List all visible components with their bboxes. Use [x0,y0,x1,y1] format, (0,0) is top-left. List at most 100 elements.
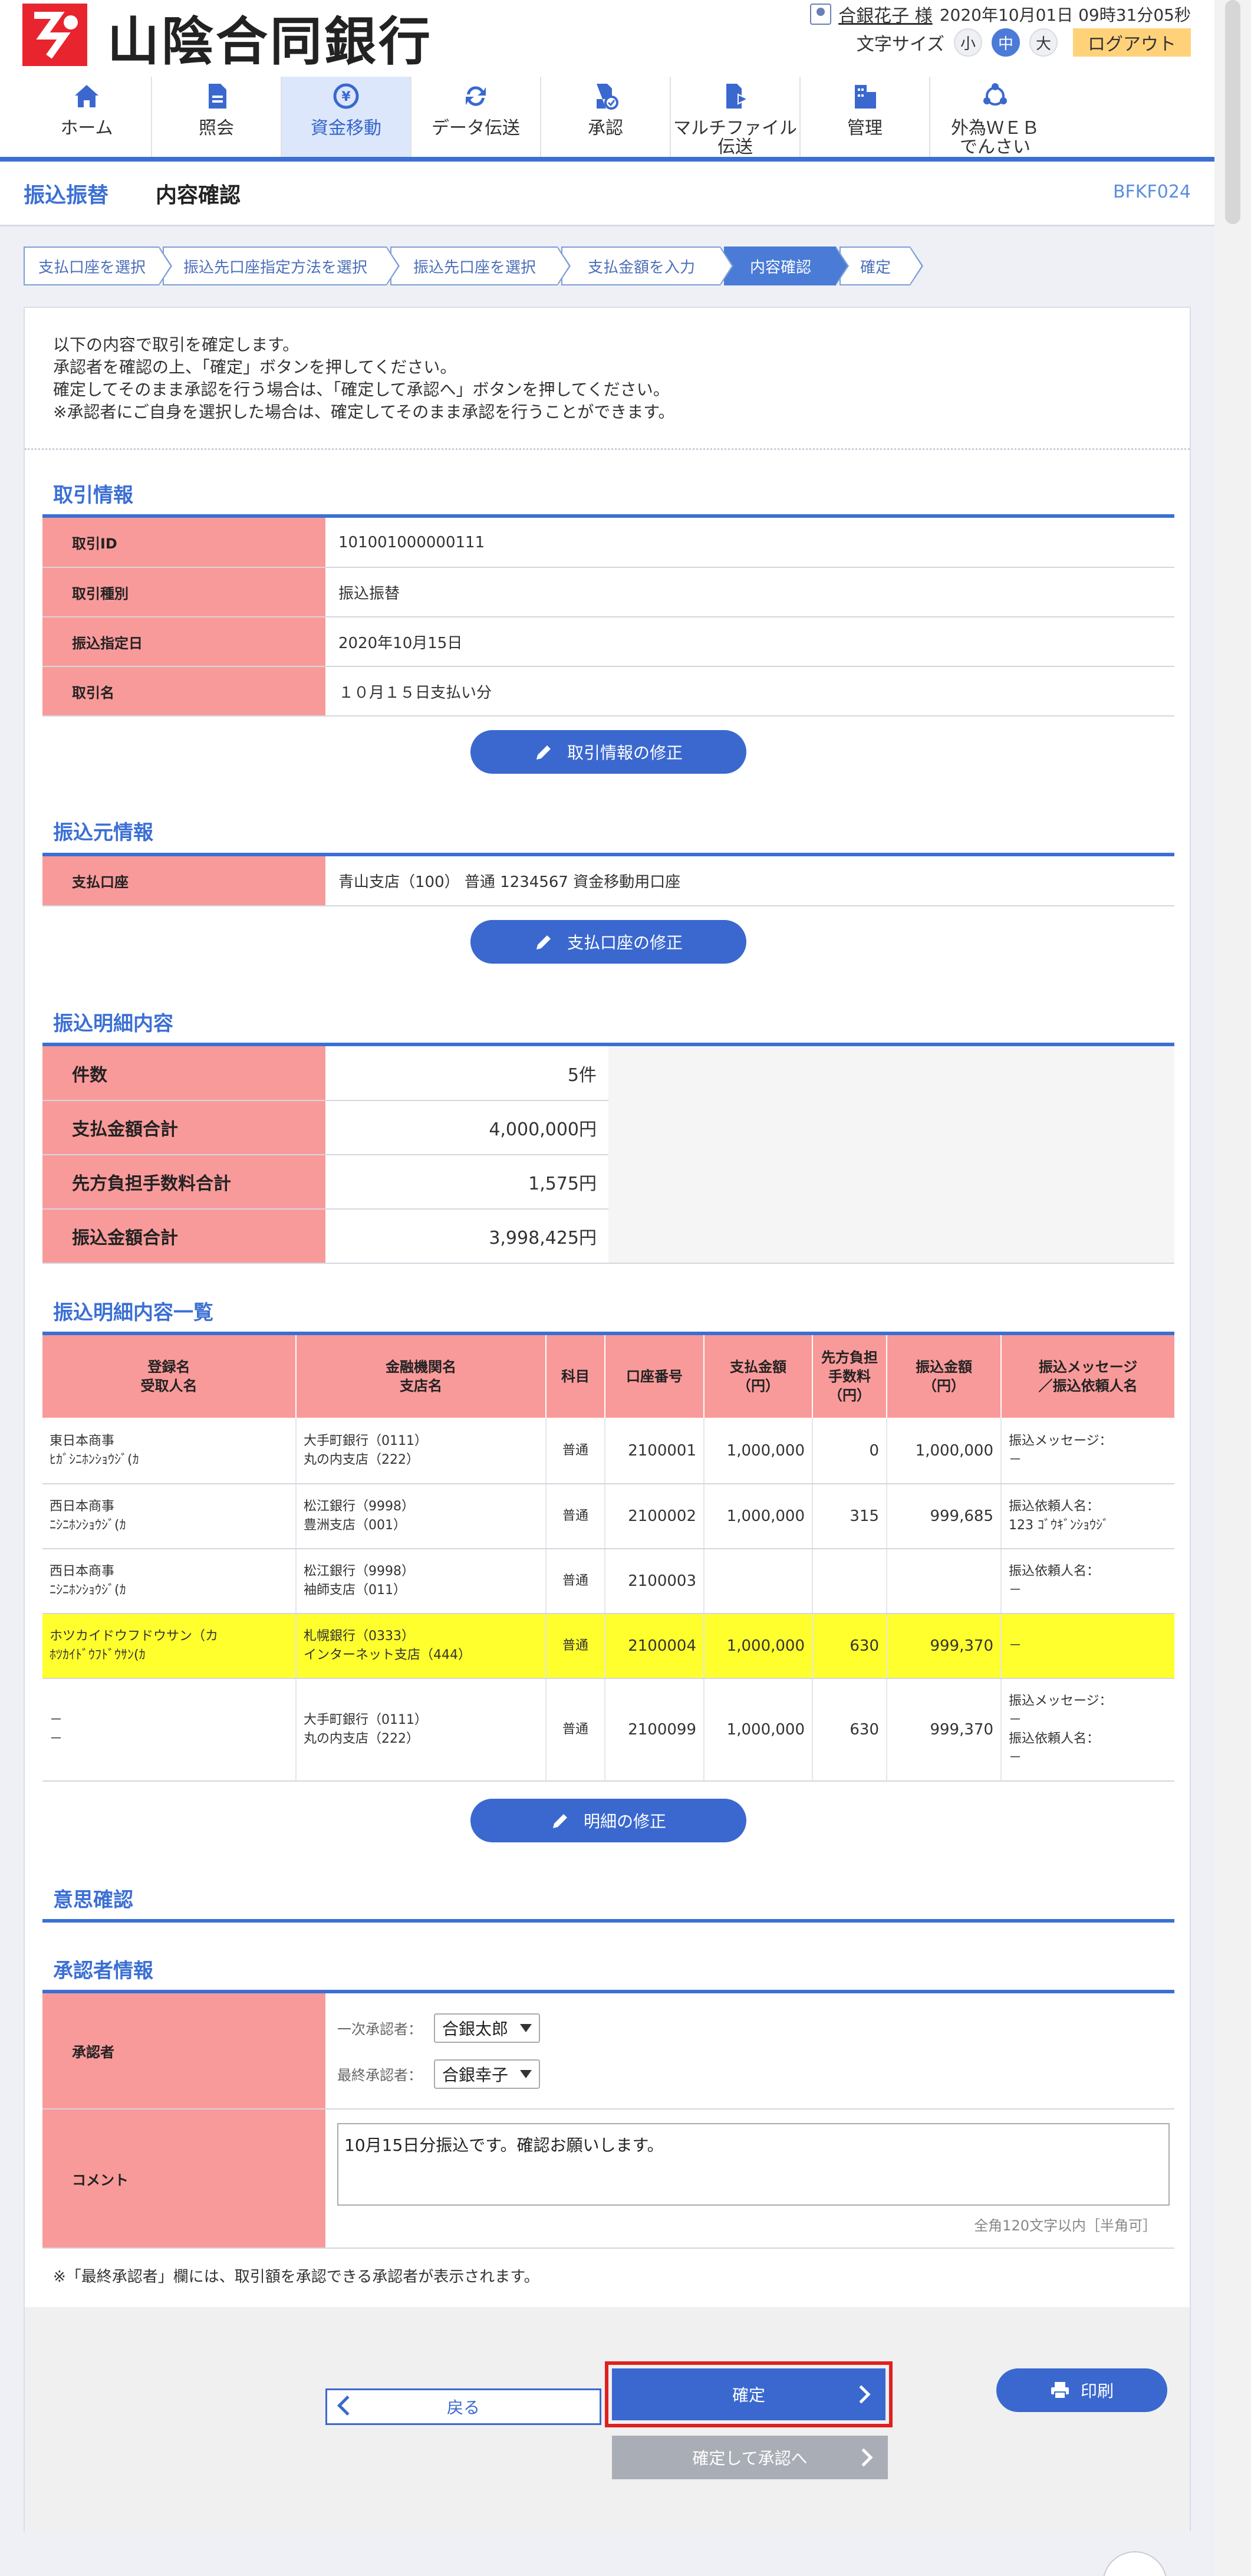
table-header-row: 登録名 受取人名 金融機関名 支店名 科目 口座番号 支払金額 （円） 先方負担… [42,1335,1174,1418]
fee: 0 [812,1418,887,1484]
approver-cell: 一次承認者： 合銀太郎 最終承認者： 合銀幸子 [325,1993,1174,2110]
header: 山陰合同銀行 合銀花子 様 2020年10月01日 09時31分05秒 文字サイ… [0,0,1214,162]
nav-data-transfer-label: データ伝送 [432,118,520,139]
font-size-switcher: 文字サイズ 小 中 大 ログアウト [857,28,1191,57]
payee-name: 西日本商事 ﾆｼﾆﾎﾝｼｮｳｼﾞ(ｶ [42,1549,297,1614]
button-label: 明細の修正 [583,1812,666,1831]
nav-data-transfer[interactable]: データ伝送 [411,77,541,157]
action-area: 戻る 確定 確定して承認へ 印刷 [25,2307,1190,2531]
row-value: 5件 [325,1046,608,1101]
row-label: 取引種別 [42,567,325,617]
button-label: 印刷 [1080,2381,1114,2401]
step-2: 振込先口座指定方法を選択 [163,247,400,285]
home-icon [75,85,98,107]
user-icon [810,4,832,25]
row-label: 取引名 [42,666,325,717]
final-approver-select[interactable]: 合銀幸子 [434,2059,540,2089]
edit-trade-info-button[interactable]: 取引情報の修正 [470,730,746,774]
font-size-medium-button[interactable]: 中 [992,28,1020,57]
nav-home[interactable]: ホーム [22,77,152,157]
bank-name: 山陰合同銀行 [107,11,433,72]
pencil-icon [536,935,551,949]
step-5-current: 内容確認 [724,247,849,285]
payment-amount: 1,000,000 [704,1418,813,1484]
table-row: 振込金額合計 3,998,425円 [42,1209,1174,1264]
bank-branch: 松江銀行（9998） 豊洲支店（001） [296,1484,547,1549]
font-size-small-button[interactable]: 小 [954,28,982,57]
account-number: 2100004 [605,1614,704,1679]
fee: 630 [812,1614,887,1679]
payee-name: ホツカイドウフドウサン（カ ﾎﾂｶｲﾄﾞｳﾌﾄﾞｳｻﾝ(ｶ [42,1614,297,1679]
page-title: 内容確認 [156,183,241,208]
account-type: 普通 [546,1549,605,1614]
row-value: 1,575円 [325,1155,608,1210]
edit-details-button[interactable]: 明細の修正 [470,1799,746,1842]
transfer-amount: 999,370 [887,1614,1002,1679]
back-button[interactable]: 戻る [325,2388,601,2425]
row-value: 振込振替 [325,567,1174,617]
scrollbar-thumb[interactable] [1225,0,1240,224]
nav-home-label: ホーム [60,118,113,139]
table-row: 支払金額合計 4,000,000円 [42,1100,1174,1155]
table-row: コメント 10月15日分振込です。確認お願いします。 全角120文字以内［半角可… [42,2109,1174,2249]
nav-fund-transfer-label: 資金移動 [311,118,381,139]
column-header: 口座番号 [605,1335,704,1418]
table-row: 件数 5件 [42,1046,1174,1101]
nav-forex-web[interactable]: 外為ＷＥＢ でんさい [930,77,1060,157]
transfer-amount: 999,685 [887,1484,1002,1549]
user-info: 合銀花子 様 2020年10月01日 09時31分05秒 [810,1,1191,27]
intent-heading: 意思確認 [53,1888,133,1912]
nav-management[interactable]: 管理 [801,77,930,157]
account-number: 2100001 [605,1418,704,1484]
pencil-icon [552,1814,567,1828]
table-row: 振込指定日 2020年10月15日 [42,617,1174,667]
confirm-button[interactable]: 確定 [612,2368,885,2420]
select-value: 合銀太郎 [442,2019,509,2039]
column-header: 登録名 受取人名 [42,1335,297,1418]
bank-logo-icon[interactable] [22,4,87,66]
select-value: 合銀幸子 [442,2065,509,2085]
intro-text: 以下の内容で取引を確定します。 承認者を確認の上、「確定」ボタンを押してください… [53,334,674,423]
comment-textarea[interactable]: 10月15日分振込です。確認お願いします。 [337,2122,1170,2206]
logout-button[interactable]: ログアウト [1073,28,1191,57]
step-3: 振込先口座を選択 [390,247,571,285]
nav-approval[interactable]: 承認 [541,77,671,157]
edit-payment-account-button[interactable]: 支払口座の修正 [470,920,746,964]
dropdown-arrow-icon [520,2023,532,2032]
nav-fund-transfer[interactable]: ¥ 資金移動 [282,77,411,157]
payment-amount [704,1549,813,1614]
bank-branch: 松江銀行（9998） 袖師支店（011） [296,1549,547,1614]
printer-icon [1051,2382,1069,2399]
page-scrollbar[interactable] [1214,0,1251,2576]
first-approver-select[interactable]: 合銀太郎 [434,2013,540,2043]
payment-amount: 1,000,000 [704,1484,813,1549]
nav-multi-file[interactable]: マルチファイル 伝送 [671,77,801,157]
table-row: 先方負担手数料合計 1,575円 [42,1155,1174,1210]
row-value: 101001000000111 [325,518,1174,568]
font-size-large-button[interactable]: 大 [1029,28,1058,57]
intro-line: 以下の内容で取引を確定します。 [53,335,299,354]
svg-text:¥: ¥ [341,90,351,104]
table-row-highlighted: ホツカイドウフドウサン（カ ﾎﾂｶｲﾄﾞｳﾌﾄﾞｳｻﾝ(ｶ 札幌銀行（0333）… [42,1614,1174,1679]
bank-branch: 札幌銀行（0333） インターネット支店（444） [296,1614,547,1679]
button-label: 確定して承認へ [692,2449,808,2468]
approver-heading: 承認者情報 [53,1959,153,1983]
file-send-icon [726,84,749,109]
final-approver-row: 最終承認者： 合銀幸子 [325,2059,1174,2089]
table-row: 西日本商事 ﾆｼﾆﾎﾝｼｮｳｼﾞ(ｶ 松江銀行（9998） 豊洲支店（001） … [42,1484,1174,1549]
column-header: 科目 [546,1335,605,1418]
message: 振込依頼人名： － [1001,1549,1174,1614]
confirm-and-approve-button[interactable]: 確定して承認へ [612,2436,888,2479]
row-label: 件数 [42,1046,325,1101]
nav-inquiry[interactable]: 照会 [152,77,282,157]
table-row: － － 大手町銀行（0111） 丸の内支店（222） 普通 2100099 1,… [42,1678,1174,1782]
column-header: 振込金額 （円） [887,1335,1002,1418]
user-name-link[interactable]: 合銀花子 様 [838,1,933,27]
row-label: 支払金額合計 [42,1100,325,1155]
row-value: 3,998,425円 [325,1209,608,1264]
row-label: 取引ID [42,518,325,568]
message: 振込依頼人名： 123 ｺﾞｳｷﾞﾝｼｮｳｼﾞ [1001,1484,1174,1549]
summary-table: 件数 5件 支払金額合計 4,000,000円 先方負担手数料合計 1,575円 振込… [42,1046,1174,1264]
chevron-left-icon [337,2396,357,2416]
print-button[interactable]: 印刷 [996,2368,1167,2412]
